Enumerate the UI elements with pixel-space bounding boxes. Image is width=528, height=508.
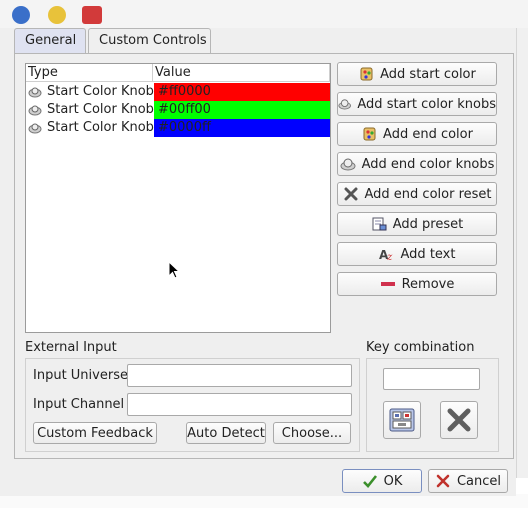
- add-end-color-label: Add end color: [383, 126, 473, 142]
- row-type-cell: Start Color Knob: [28, 83, 154, 101]
- text-icon: Az: [379, 248, 393, 261]
- add-preset-button[interactable]: Add preset: [337, 212, 497, 236]
- add-end-color-knobs-label: Add end color knobs: [361, 156, 495, 172]
- keyboard-icon: [389, 408, 415, 432]
- custom-feedback-label: Custom Feedback: [37, 425, 153, 441]
- input-universe-field[interactable]: [127, 364, 352, 387]
- background-panel-bottom: [0, 494, 528, 508]
- input-channel-field[interactable]: [127, 393, 352, 416]
- key-combination-field[interactable]: [383, 368, 480, 390]
- clear-key-button[interactable]: [440, 401, 478, 439]
- preset-icon: [372, 217, 387, 231]
- row-value-cell: #0000ff: [154, 119, 330, 137]
- mouse-pointer-icon: [168, 261, 180, 279]
- palette-icon: [360, 67, 373, 81]
- row-type-label: Start Color Knob: [47, 102, 154, 117]
- table-row[interactable]: Start Color Knob #0000ff: [26, 119, 330, 137]
- add-end-color-knobs-button[interactable]: Add end color knobs: [337, 152, 497, 176]
- add-start-color-button[interactable]: Add start color: [337, 62, 497, 86]
- add-end-color-button[interactable]: Add end color: [337, 122, 497, 146]
- tab-custom-controls[interactable]: Custom Controls: [88, 28, 211, 55]
- app-icon: [82, 6, 102, 24]
- add-preset-label: Add preset: [392, 216, 464, 232]
- controls-table[interactable]: Type Value Start Color Knob #ff0000 Star…: [25, 63, 331, 333]
- row-value-cell: #ff0000: [154, 83, 330, 101]
- input-universe-label: Input Universe: [33, 368, 128, 383]
- choose-button[interactable]: Choose...: [273, 422, 351, 444]
- custom-feedback-button[interactable]: Custom Feedback: [33, 422, 157, 444]
- remove-icon: [380, 282, 395, 286]
- add-start-color-knobs-button[interactable]: Add start color knobs: [337, 92, 497, 116]
- knob-icon: [28, 123, 42, 133]
- ok-label: OK: [383, 473, 403, 489]
- knob-icon: [28, 105, 42, 115]
- column-header-type[interactable]: Type: [26, 64, 153, 82]
- background-panel-right: [516, 28, 528, 478]
- add-start-color-label: Add start color: [380, 66, 476, 82]
- remove-button[interactable]: Remove: [337, 272, 497, 296]
- attach-key-button[interactable]: [383, 401, 421, 439]
- row-value-cell: #00ff00: [154, 101, 330, 119]
- tab-general[interactable]: General: [14, 28, 86, 54]
- help-icon: [12, 6, 30, 24]
- tool-icon: [48, 6, 66, 24]
- external-input-title: External Input: [25, 340, 117, 355]
- auto-detect-button[interactable]: Auto Detect: [186, 422, 266, 444]
- table-row[interactable]: Start Color Knob #00ff00: [26, 101, 330, 119]
- knob-icon: [28, 87, 42, 97]
- svg-text:z: z: [386, 252, 393, 261]
- add-start-color-knobs-label: Add start color knobs: [357, 96, 496, 112]
- input-channel-label: Input Channel: [33, 397, 125, 412]
- tab-general-label: General: [25, 33, 77, 48]
- ok-button[interactable]: OK: [342, 469, 422, 493]
- reset-x-icon: [344, 187, 357, 201]
- row-type-cell: Start Color Knob: [28, 101, 154, 119]
- cancel-label: Cancel: [456, 473, 502, 489]
- add-end-color-reset-label: Add end color reset: [364, 186, 492, 202]
- add-end-color-reset-button[interactable]: Add end color reset: [337, 182, 497, 206]
- auto-detect-label: Auto Detect: [187, 425, 265, 441]
- row-type-label: Start Color Knob: [47, 84, 154, 99]
- row-type-cell: Start Color Knob: [28, 119, 154, 137]
- row-type-label: Start Color Knob: [47, 120, 154, 135]
- tab-custom-controls-label: Custom Controls: [99, 33, 207, 48]
- key-combination-title: Key combination: [366, 340, 475, 355]
- cancel-x-icon: [436, 474, 450, 488]
- table-header: Type Value: [26, 64, 330, 82]
- add-text-button[interactable]: Az Add text: [337, 242, 497, 266]
- add-text-label: Add text: [400, 246, 456, 262]
- table-row[interactable]: Start Color Knob #ff0000: [26, 83, 330, 101]
- remove-label: Remove: [401, 276, 455, 292]
- column-header-value[interactable]: Value: [153, 64, 330, 82]
- choose-label: Choose...: [281, 425, 343, 441]
- cancel-button[interactable]: Cancel: [428, 469, 508, 493]
- clear-x-icon: [447, 408, 471, 432]
- background-toolbar: [0, 0, 528, 28]
- knob-icon: [338, 99, 351, 110]
- ok-check-icon: [362, 475, 377, 488]
- knob-icon: [340, 158, 356, 171]
- palette-icon: [363, 127, 376, 141]
